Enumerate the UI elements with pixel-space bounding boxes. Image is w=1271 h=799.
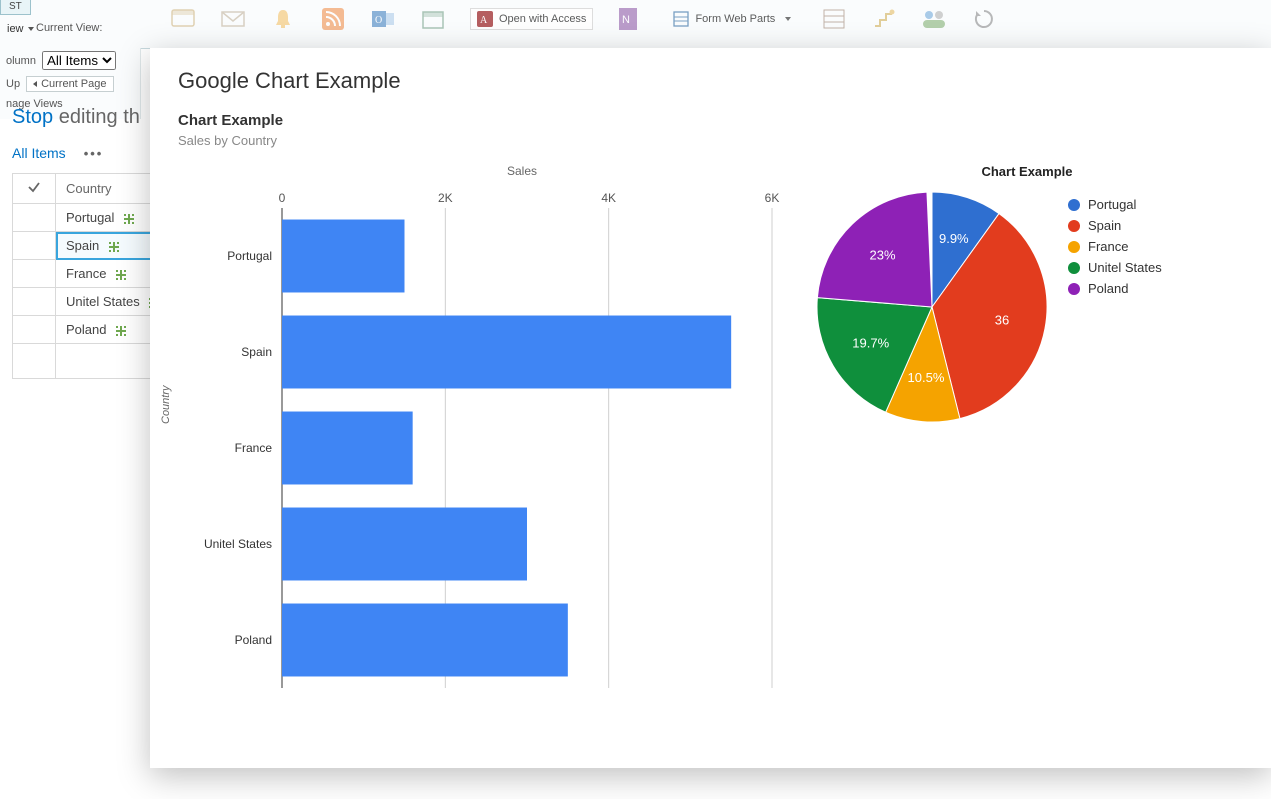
legend-swatch <box>1068 241 1080 253</box>
svg-text:9.9%: 9.9% <box>939 231 969 246</box>
bar-chart-ylabel: Country <box>160 385 172 424</box>
open-with-access-button[interactable]: A Open with Access <box>470 8 593 30</box>
svg-text:0: 0 <box>279 191 286 205</box>
svg-text:Poland: Poland <box>235 633 272 647</box>
legend-label: France <box>1088 239 1128 254</box>
current-view-select[interactable]: All Items <box>42 51 116 70</box>
refresh-icon[interactable] <box>971 6 997 32</box>
svg-text:2K: 2K <box>438 191 453 205</box>
view-all-items-link[interactable]: All Items <box>12 145 66 161</box>
legend-label: Spain <box>1088 218 1121 233</box>
svg-text:N: N <box>622 14 630 26</box>
svg-text:Unitel States: Unitel States <box>204 537 272 551</box>
bar-chart: Sales Country 02K4K6KPortugalSpainFrance… <box>172 164 812 708</box>
popup-subtext: Sales by Country <box>178 133 1271 148</box>
new-step-icon[interactable] <box>871 6 897 32</box>
svg-text:19.7%: 19.7% <box>852 335 889 350</box>
legend-swatch <box>1068 283 1080 295</box>
pie-chart-title: Chart Example <box>812 164 1242 179</box>
row-select-cell[interactable] <box>13 260 56 288</box>
legend-label: Portugal <box>1088 197 1136 212</box>
svg-text:6K: 6K <box>765 191 780 205</box>
legend-swatch <box>1068 262 1080 274</box>
current-page-label: Current Page <box>41 78 106 90</box>
legend-item[interactable]: Unitel States <box>1068 260 1162 275</box>
legend-swatch <box>1068 199 1080 211</box>
ribbon-view-dropdown[interactable]: iew <box>0 20 41 38</box>
svg-text:O: O <box>375 15 382 26</box>
legend-item[interactable]: Poland <box>1068 281 1162 296</box>
legend-label: Unitel States <box>1088 260 1162 275</box>
envelope-icon[interactable] <box>220 6 246 32</box>
chart-popup: Google Chart Example Chart Example Sales… <box>150 48 1271 768</box>
form-web-parts-dropdown[interactable]: Form Web Parts <box>667 9 797 29</box>
ribbon-column-label: olumn <box>6 55 36 67</box>
row-select-cell[interactable] <box>13 232 56 260</box>
select-all-checkbox[interactable] <box>13 174 56 204</box>
row-select-cell[interactable] <box>13 316 56 344</box>
row-select-cell[interactable] <box>13 204 56 232</box>
svg-text:Spain: Spain <box>241 345 272 359</box>
ribbon-view-label: iew <box>7 23 24 35</box>
legend-item[interactable]: France <box>1068 239 1162 254</box>
svg-text:4K: 4K <box>601 191 616 205</box>
people-icon[interactable] <box>921 6 947 32</box>
svg-text:23%: 23% <box>870 248 896 263</box>
legend-item[interactable]: Portugal <box>1068 197 1162 212</box>
form-web-parts-label: Form Web Parts <box>695 13 775 25</box>
pie-chart: Chart Example 9.9% 36 10.5% 19.7% 23% Portug… <box>812 164 1242 427</box>
pie-legend: Portugal Spain France Unitel States Poland <box>1068 197 1162 302</box>
svg-text:A: A <box>480 15 488 26</box>
popup-title: Google Chart Example <box>178 68 1271 94</box>
legend-label: Poland <box>1088 281 1128 296</box>
current-page-button[interactable]: Current Page <box>26 76 113 92</box>
ribbon-currentview-label: Current View: <box>36 22 102 34</box>
onenote-icon[interactable]: N <box>617 6 643 32</box>
legend-item[interactable]: Spain <box>1068 218 1162 233</box>
stop-editing-link[interactable]: Stop <box>12 106 53 128</box>
alert-icon[interactable] <box>270 6 296 32</box>
outlook-icon[interactable]: O <box>370 6 396 32</box>
open-with-access-label: Open with Access <box>499 13 586 25</box>
svg-text:Portugal: Portugal <box>227 249 272 263</box>
view-more-menu[interactable]: ••• <box>84 146 104 161</box>
ribbon: ST iew Current View: O A Open with Acces… <box>0 0 1271 49</box>
ribbon-tab-list[interactable]: ST <box>0 0 31 15</box>
edit-list-icon[interactable] <box>821 6 847 32</box>
rss-icon[interactable] <box>320 6 346 32</box>
svg-text:10.5%: 10.5% <box>908 370 945 385</box>
svg-text:France: France <box>235 441 273 455</box>
legend-swatch <box>1068 220 1080 232</box>
bar-chart-title: Sales <box>232 164 812 178</box>
ribbon-up-label: Up <box>6 78 20 90</box>
row-select-cell[interactable] <box>13 288 56 316</box>
country-list-table: Country Portugal Spain France Unitel Sta… <box>12 173 170 379</box>
calendar-icon[interactable] <box>420 6 446 32</box>
quick-edit-icon[interactable] <box>170 6 196 32</box>
stop-editing-text: Stop editing th <box>0 100 170 139</box>
svg-text:36: 36 <box>995 312 1009 327</box>
popup-subtitle: Chart Example <box>178 112 1271 129</box>
